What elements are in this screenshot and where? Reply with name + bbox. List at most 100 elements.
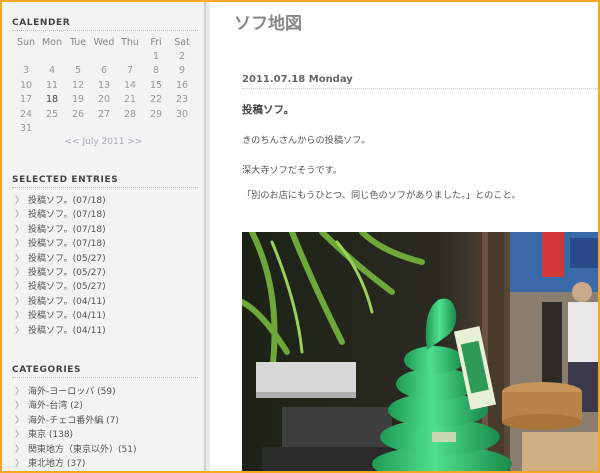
category-link[interactable]: 〉東北地方 (37) <box>14 457 136 471</box>
calendar-day <box>39 122 65 137</box>
blog-title[interactable]: ソフ地図 <box>234 9 302 34</box>
calendar-day: 4 <box>48 65 56 77</box>
category-link-label[interactable]: 海外-台湾 (2) <box>28 401 83 411</box>
calendar-day <box>91 122 117 137</box>
post-body-line: 「別のお店にもうひとつ、同じ色のソフがありました。」とのこと。 <box>242 190 521 201</box>
calendar-day <box>117 122 143 137</box>
calendar-next-link[interactable]: >> <box>127 137 142 147</box>
entry-link[interactable]: 〉投稿ソフ。(07/18) <box>14 223 106 237</box>
calendar-day: 11 <box>45 79 59 91</box>
calendar-weekday: Tue <box>69 36 87 48</box>
calendar-day: 24 <box>19 108 33 120</box>
calendar-day: 5 <box>74 65 82 77</box>
chevron-right-icon: 〉 <box>15 224 25 235</box>
calendar-day <box>143 122 169 137</box>
calendar-day: 15 <box>149 79 163 91</box>
calendar-week-row: 10 11 12 13 14 15 16 <box>13 78 195 93</box>
entry-link[interactable]: 〉投稿ソフ。(05/27) <box>14 252 106 266</box>
calendar-table: Sun Mon Tue Wed Thu Fri Sat 1 2 3 4 5 6 7 8 9 10 11 12 13 1… <box>13 35 195 136</box>
calendar-week-row: 17 18 19 20 21 22 23 <box>13 93 195 108</box>
entry-link[interactable]: 〉投稿ソフ。(04/11) <box>14 324 106 338</box>
category-link-label[interactable]: 東京 (138) <box>28 430 73 440</box>
chevron-right-icon: 〉 <box>15 325 25 336</box>
chevron-right-icon: 〉 <box>15 415 25 426</box>
post-date-divider <box>242 88 598 89</box>
calendar-day: 20 <box>97 94 111 106</box>
chevron-right-icon: 〉 <box>15 267 25 278</box>
calendar-day <box>13 49 39 64</box>
categories-divider <box>12 377 198 378</box>
calendar-days: 1 2 3 4 5 6 7 8 9 10 11 12 13 14 15 16 17 18 19 20 21 22 23 24 2… <box>13 49 195 136</box>
calendar-weekday: Sun <box>16 36 36 48</box>
entry-link-label[interactable]: 投稿ソフ。(07/18) <box>28 210 106 220</box>
chevron-right-icon: 〉 <box>15 253 25 264</box>
calendar-day: 3 <box>22 65 30 77</box>
entry-link-label[interactable]: 投稿ソフ。(07/18) <box>28 196 106 206</box>
category-link[interactable]: 〉海外-チェコ番外編 (7) <box>14 414 136 428</box>
post-body-line: 深大寺ソフだそうです。 <box>242 165 343 176</box>
chevron-right-icon: 〉 <box>15 196 25 206</box>
post-date: 2011.07.18 Monday <box>242 74 353 85</box>
calendar-day: 25 <box>45 108 59 120</box>
category-link[interactable]: 〉海外-ヨーロッパ (59) <box>14 385 136 399</box>
calendar-day: 1 <box>152 50 160 62</box>
calendar-week-row: 24 25 26 27 28 29 30 <box>13 107 195 122</box>
chevron-right-icon: 〉 <box>15 444 25 455</box>
calendar-day: 9 <box>178 65 186 77</box>
category-link[interactable]: 〉東京 (138) <box>14 428 136 442</box>
category-link[interactable]: 〉海外-台湾 (2) <box>14 399 136 413</box>
category-link-label[interactable]: 関東地方（東京以外）(51) <box>28 445 136 455</box>
calendar-day: 31 <box>19 123 33 135</box>
page-frame: CALENDER Sun Mon Tue Wed Thu Fri Sat 123456789… <box>2 2 598 471</box>
entry-link[interactable]: 〉投稿ソフ。(07/18) <box>14 194 106 208</box>
entry-link[interactable]: 〉投稿ソフ。(07/18) <box>14 208 106 222</box>
calendar-week-row: 12 <box>13 49 195 64</box>
categories-heading: CATEGORIES <box>12 365 82 375</box>
entry-link-label[interactable]: 投稿ソフ。(04/11) <box>28 326 106 336</box>
calendar-day <box>39 49 65 64</box>
calendar-prev-link[interactable]: << <box>65 137 80 147</box>
category-link-label[interactable]: 東北地方 (37) <box>28 459 85 469</box>
category-link-label[interactable]: 海外-チェコ番外編 (7) <box>28 416 119 426</box>
entry-link[interactable]: 〉投稿ソフ。(07/18) <box>14 237 106 251</box>
calendar-day: 13 <box>97 79 111 91</box>
calendar-week-row: 3 4 5 6 7 8 9 <box>13 64 195 79</box>
entry-link[interactable]: 〉投稿ソフ。(05/27) <box>14 280 106 294</box>
calendar-navigation: << July 2011 >> <box>2 137 205 147</box>
calendar-day: 29 <box>149 108 163 120</box>
calendar-month-link[interactable]: July 2011 <box>83 137 125 147</box>
category-link-label[interactable]: 海外-ヨーロッパ (59) <box>28 387 116 397</box>
entry-link-label[interactable]: 投稿ソフ。(05/27) <box>28 282 106 292</box>
calendar-day: 23 <box>175 94 189 106</box>
entry-link[interactable]: 〉投稿ソフ。(04/11) <box>14 295 106 309</box>
chevron-right-icon: 〉 <box>15 387 25 397</box>
main-content: ソフ地図 2011.07.18 Monday 投稿ソフ。 きのちんさんからの投稿… <box>206 2 598 471</box>
entry-link[interactable]: 〉投稿ソフ。(04/11) <box>14 309 106 323</box>
chevron-right-icon: 〉 <box>15 458 25 469</box>
calendar-day: 22 <box>149 94 163 106</box>
calendar-day[interactable]: 18 <box>39 93 65 108</box>
post-title[interactable]: 投稿ソフ。 <box>242 102 294 117</box>
calendar-day <box>91 49 117 64</box>
calendar-day: 7 <box>126 65 134 77</box>
soft-serve-stall-photo <box>242 232 598 471</box>
calendar-weekday: Fri <box>150 36 162 48</box>
entries-heading: SELECTED ENTRIES <box>12 175 119 185</box>
calendar-day: 27 <box>97 108 111 120</box>
entry-link-label[interactable]: 投稿ソフ。(04/11) <box>28 297 106 307</box>
calendar-day: 17 <box>19 94 33 106</box>
entry-link-label[interactable]: 投稿ソフ。(05/27) <box>28 254 106 264</box>
entry-link-label[interactable]: 投稿ソフ。(04/11) <box>28 311 106 321</box>
calendar-weekday: Mon <box>41 36 63 48</box>
entry-link-label[interactable]: 投稿ソフ。(07/18) <box>28 239 106 249</box>
chevron-right-icon: 〉 <box>15 239 25 250</box>
entry-link-label[interactable]: 投稿ソフ。(07/18) <box>28 225 106 235</box>
calendar-weekday: Sat <box>174 36 190 48</box>
calendar-day <box>169 122 195 137</box>
calendar-day: 30 <box>175 108 189 120</box>
category-link[interactable]: 〉関東地方（東京以外）(51) <box>14 443 136 457</box>
entry-link-label[interactable]: 投稿ソフ。(05/27) <box>28 268 106 278</box>
chevron-right-icon: 〉 <box>15 296 25 307</box>
post-photo <box>242 232 598 471</box>
entry-link[interactable]: 〉投稿ソフ。(05/27) <box>14 266 106 280</box>
